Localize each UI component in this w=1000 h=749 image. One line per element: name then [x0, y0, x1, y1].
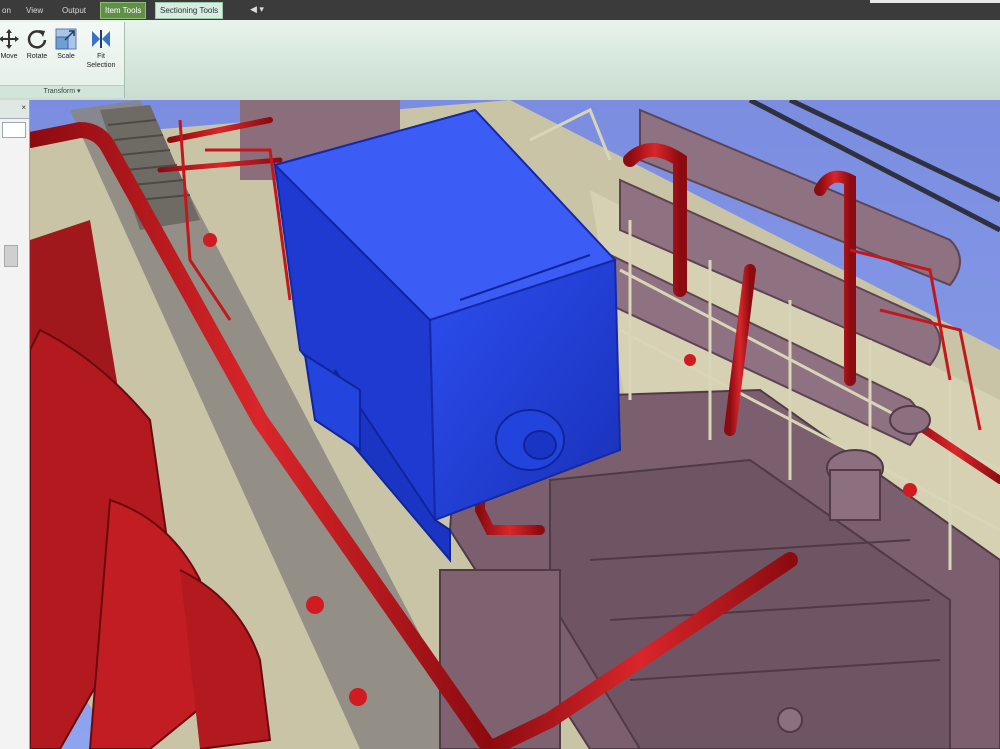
fit-selection-label: Fit Selection — [86, 53, 116, 69]
tab-sectioning-tools[interactable]: Sectioning Tools — [155, 2, 224, 19]
ribbon: Move Rotate Scale Fit Selection Transfor… — [0, 20, 1000, 101]
panel-dropdown[interactable] — [2, 122, 26, 138]
fit-selection-icon — [92, 30, 110, 48]
panel-close-icon[interactable]: × — [21, 103, 26, 112]
rotate-button[interactable]: Rotate — [22, 26, 52, 86]
fit-selection-button[interactable]: Fit Selection — [86, 26, 116, 86]
move-label: Move — [0, 53, 18, 60]
window-titlebar-edge — [870, 0, 1000, 3]
tab-item-tools[interactable]: Item Tools — [100, 2, 147, 19]
scale-label: Scale — [57, 53, 75, 60]
ribbon-tab-strip: on View Output Item Tools Sectioning Too… — [0, 0, 1000, 21]
panel-scrollbar-thumb[interactable] — [4, 245, 18, 267]
scale-icon — [55, 28, 77, 50]
panel-header: × — [0, 100, 29, 119]
transform-group: Move Rotate Scale Fit Selection Transfor… — [0, 22, 125, 98]
move-icon — [0, 29, 19, 49]
rotate-icon — [27, 30, 47, 49]
rotate-label: Rotate — [26, 53, 48, 60]
tab-output[interactable]: Output — [62, 3, 86, 18]
move-button[interactable]: Move — [0, 26, 24, 86]
scale-button[interactable]: Scale — [51, 26, 81, 86]
left-dock-panel: × — [0, 100, 30, 749]
tab-home[interactable]: on — [2, 3, 11, 18]
3d-model-scene — [30, 100, 1000, 749]
3d-viewport[interactable] — [30, 100, 1000, 749]
transform-group-label[interactable]: Transform ▾ — [0, 85, 124, 98]
quick-access-toolbar[interactable]: ◀ ▾ — [250, 4, 264, 15]
tab-view[interactable]: View — [26, 3, 43, 18]
